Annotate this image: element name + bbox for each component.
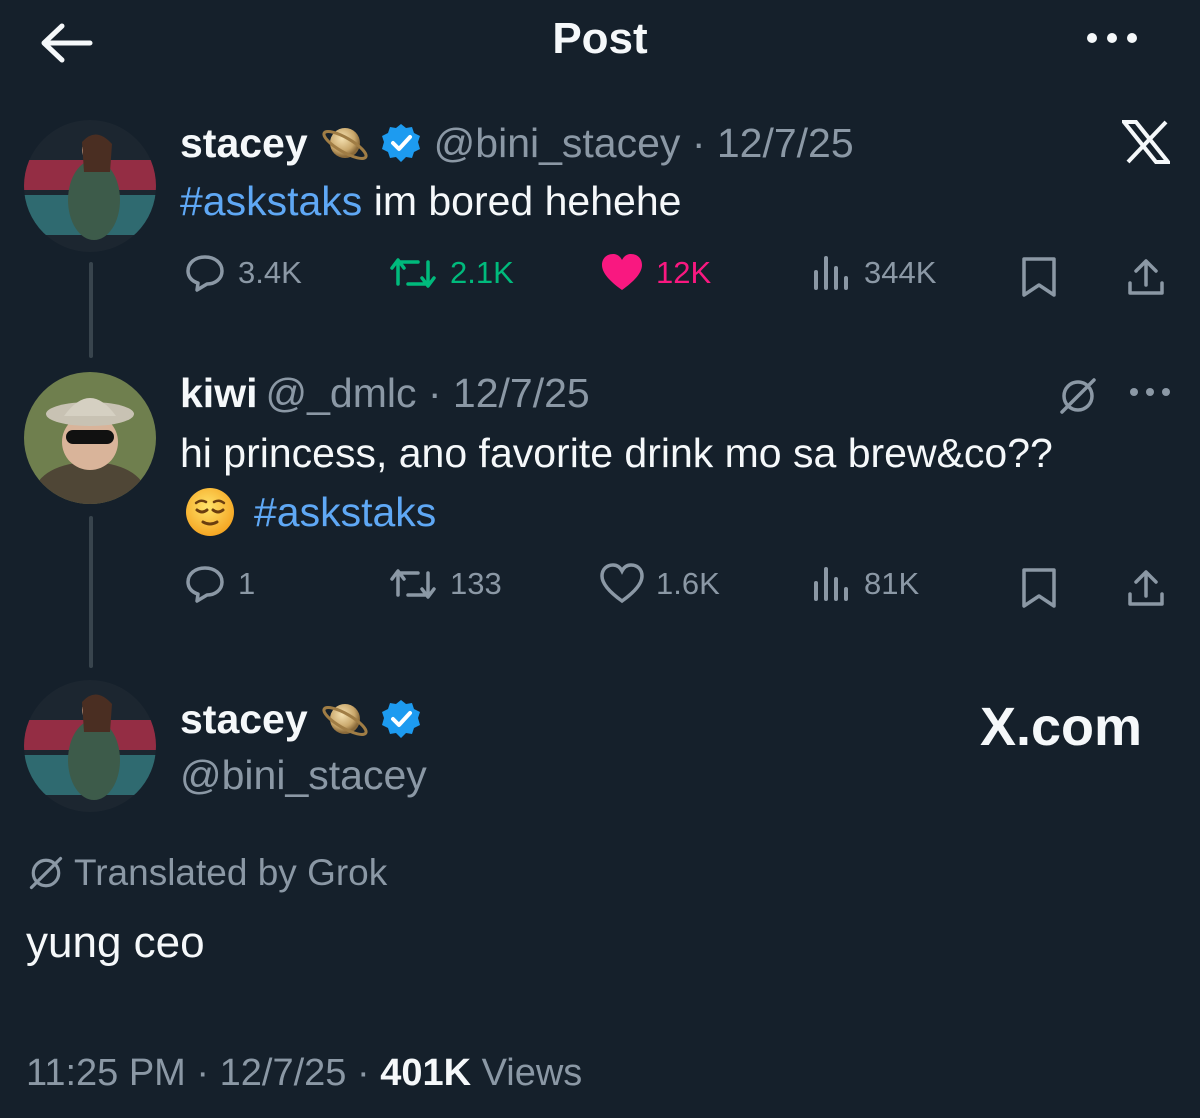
views-count: 401K	[380, 1052, 472, 1094]
reply-icon	[186, 255, 224, 292]
author-handle[interactable]: @bini_stacey	[180, 752, 427, 799]
question-tweet-header: kiwi @_dmlc · 12/7/25	[180, 366, 590, 420]
heart-icon	[602, 254, 642, 290]
views-label-text: Views	[481, 1052, 583, 1094]
views-count: 344K	[864, 255, 937, 290]
bookmark-icon[interactable]	[1020, 566, 1058, 610]
bookmark-icon[interactable]	[1020, 255, 1058, 299]
author-name[interactable]: kiwi	[180, 370, 257, 417]
post-date[interactable]: 12/7/25	[220, 1052, 347, 1094]
question-tweet-text: hi princess, ano favorite drink mo sa br…	[180, 430, 1053, 476]
grok-icon	[29, 856, 63, 890]
x-logo-icon[interactable]	[1122, 120, 1170, 164]
thread-line	[89, 516, 93, 668]
reply-action[interactable]: 3.4K	[184, 252, 302, 294]
avatar-kiwi[interactable]	[24, 372, 156, 504]
quoted-tweet-text: #askstaks im bored hehehe	[180, 178, 681, 225]
author-name[interactable]: stacey	[180, 120, 308, 167]
separator-dot: ·	[185, 1052, 220, 1094]
thread-line	[89, 262, 93, 358]
author-handle[interactable]: @bini_stacey	[434, 120, 681, 167]
more-options-button[interactable]	[1082, 28, 1142, 52]
saturn-emoji	[322, 128, 368, 160]
tweet-body: im bored hehehe	[362, 178, 682, 224]
more-icon[interactable]	[1128, 384, 1172, 400]
grok-icon[interactable]	[1056, 374, 1100, 418]
verified-icon	[381, 124, 420, 162]
verified-icon	[381, 700, 420, 738]
separator-dot: ·	[416, 369, 453, 416]
reply-icon	[186, 566, 224, 603]
share-icon[interactable]	[1124, 566, 1168, 610]
main-post-text: yung ceo	[26, 918, 205, 967]
author-name[interactable]: stacey	[180, 696, 308, 743]
repost-count: 2.1K	[450, 255, 514, 290]
translated-by-text: Translated by Grok	[74, 852, 388, 893]
hashtag-link[interactable]: #askstaks	[254, 489, 436, 536]
views-count: 81K	[864, 566, 920, 601]
x-com-watermark: X.com	[980, 697, 1143, 757]
reply-count: 3.4K	[238, 255, 302, 290]
views-action[interactable]: 81K	[810, 563, 919, 605]
separator-dot: ·	[346, 1052, 381, 1094]
repost-icon	[390, 258, 436, 288]
heart-icon	[600, 563, 644, 604]
post-metadata: 11:25 PM · 12/7/25 · 401K Views	[26, 1052, 582, 1095]
repost-count: 133	[450, 566, 502, 601]
translation-label[interactable]: Translated by Grok	[26, 852, 387, 894]
page-title: Post	[552, 14, 648, 63]
author-handle[interactable]: @_dmlc	[265, 370, 416, 417]
views-icon	[814, 256, 848, 290]
main-post-header: stacey	[180, 692, 434, 746]
post-time[interactable]: 11:25 PM	[26, 1052, 186, 1094]
tweet-date[interactable]: 12/7/25	[453, 370, 590, 417]
repost-action[interactable]: 2.1K	[388, 252, 514, 294]
saturn-emoji	[322, 704, 368, 736]
tweet-date[interactable]: 12/7/25	[717, 120, 854, 167]
views-icon	[814, 567, 848, 601]
repost-action[interactable]: 133	[388, 563, 502, 605]
share-icon[interactable]	[1124, 255, 1168, 299]
hashtag-link[interactable]: #askstaks	[180, 178, 362, 224]
reply-action[interactable]: 1	[184, 563, 255, 605]
question-tweet-text-line2: #askstaks	[184, 486, 436, 538]
like-action[interactable]: 1.6K	[600, 563, 720, 605]
like-count: 1.6K	[656, 566, 720, 601]
avatar-stacey[interactable]	[24, 680, 156, 812]
relieved-emoji	[186, 488, 234, 536]
views-action[interactable]: 344K	[810, 252, 936, 294]
separator-dot: ·	[680, 119, 717, 166]
like-count: 12K	[656, 255, 712, 290]
reply-count: 1	[238, 566, 256, 601]
views-label	[471, 1052, 482, 1094]
repost-icon	[390, 569, 436, 599]
like-action[interactable]: 12K	[600, 252, 711, 294]
avatar-stacey[interactable]	[24, 120, 156, 252]
quoted-tweet-header: stacey @bini_stacey · 12/7/25	[180, 116, 854, 170]
more-icon	[1087, 33, 1137, 43]
